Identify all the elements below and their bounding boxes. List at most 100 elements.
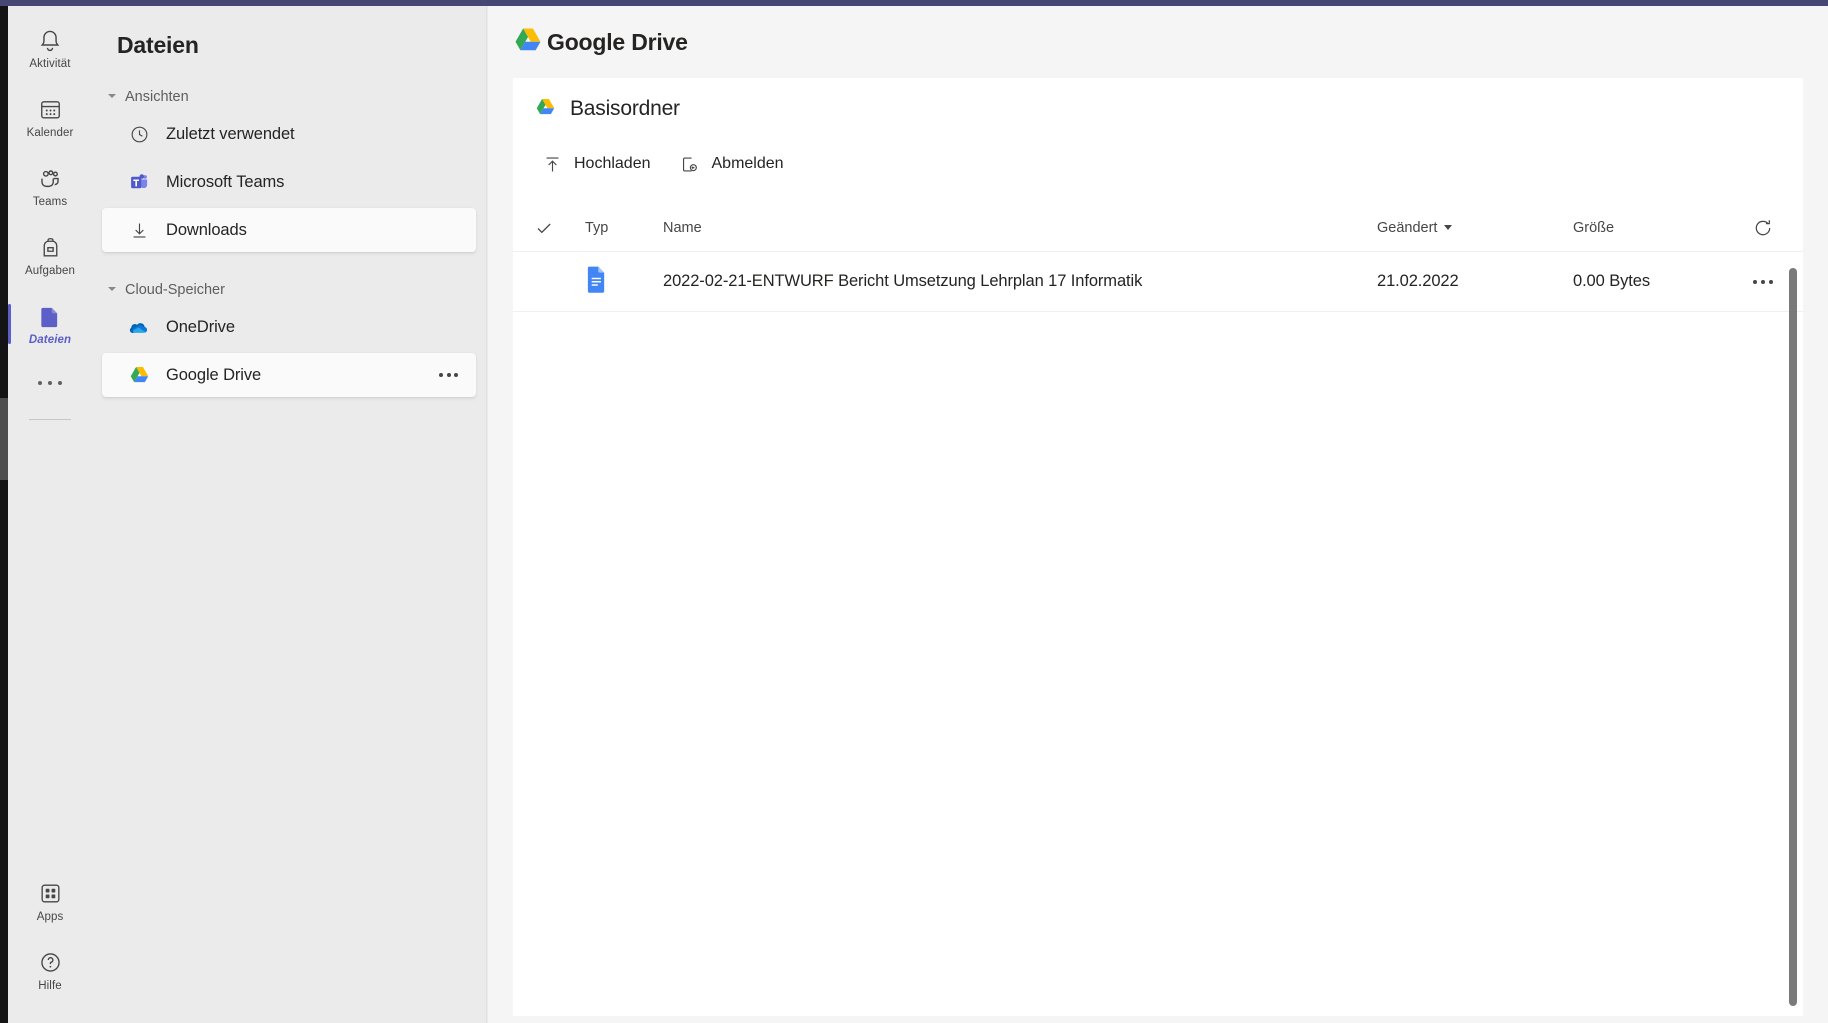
sidebar-item-more-options-button[interactable] — [439, 373, 458, 377]
upload-button[interactable]: Hochladen — [535, 146, 663, 182]
column-header-name[interactable]: Name — [657, 219, 1377, 237]
apps-grid-icon — [36, 880, 64, 908]
column-header-type[interactable]: Typ — [575, 220, 657, 236]
chevron-down-icon — [107, 92, 117, 102]
file-icon — [36, 303, 64, 331]
table-row[interactable]: 2022-02-21-ENTWURF Bericht Umsetzung Leh… — [513, 252, 1803, 312]
rail-item-label: Aktivität — [29, 57, 71, 70]
teams-files-window: Aktivität Kalender Teams Aufgaben Dateie… — [0, 0, 1828, 1023]
file-size: 0.00 Bytes — [1573, 272, 1650, 290]
main-header: Google Drive — [488, 6, 1828, 78]
help-question-icon — [36, 949, 64, 977]
app-rail-top-group: Aktivität Kalender Teams Aufgaben Dateie… — [8, 14, 92, 420]
file-name: 2022-02-21-ENTWURF Bericht Umsetzung Leh… — [663, 272, 1143, 290]
rail-item-assignments[interactable]: Aufgaben — [8, 221, 92, 290]
row-size-cell: 0.00 Bytes — [1573, 272, 1723, 291]
page-title: Dateien — [117, 32, 199, 58]
ellipsis-dot — [446, 373, 451, 377]
file-toolbar: Hochladen Abmelden — [513, 140, 1803, 188]
rail-item-label: Aufgaben — [24, 264, 76, 277]
file-modified-date: 21.02.2022 — [1377, 272, 1459, 290]
google-drive-icon — [535, 97, 556, 122]
column-header-label: Typ — [585, 219, 609, 236]
rail-item-label: Hilfe — [38, 979, 62, 992]
ellipsis-dot — [1753, 279, 1757, 284]
chevron-down-icon — [107, 285, 117, 295]
column-header-modified-sort[interactable]: Geändert — [1377, 219, 1453, 236]
sidebar-item-google-drive[interactable]: Google Drive — [102, 353, 476, 397]
google-drive-icon — [128, 364, 150, 386]
column-header-label: Geändert — [1377, 219, 1438, 236]
google-drive-icon — [513, 26, 543, 59]
rail-item-label: Apps — [36, 910, 64, 923]
rail-item-files[interactable]: Dateien — [8, 290, 92, 359]
app-rail-bottom-group: Apps Hilfe — [8, 867, 92, 1005]
onedrive-cloud-icon — [128, 316, 150, 338]
sidebar-group-header-views[interactable]: Ansichten — [92, 86, 486, 108]
files-sidebar: Dateien Ansichten Zuletzt verwendet Micr… — [92, 6, 487, 1023]
ellipsis-dot — [38, 381, 42, 385]
content-scrollbar-track[interactable] — [1787, 78, 1801, 1016]
column-header-label: Größe — [1573, 219, 1615, 236]
sidebar-item-microsoft-teams[interactable]: Microsoft Teams — [102, 160, 476, 204]
refresh-icon[interactable] — [1752, 217, 1774, 239]
sidebar-item-label: OneDrive — [166, 317, 235, 336]
main-content-area: Google Drive Basisordner Hochladen Abmel… — [488, 6, 1828, 1023]
ellipsis-dot — [48, 381, 52, 385]
sidebar-item-label: Downloads — [166, 220, 247, 239]
rail-item-label: Teams — [32, 195, 68, 208]
sign-out-button-label: Abmelden — [711, 155, 784, 172]
folder-name: Basisordner — [570, 97, 680, 120]
ellipsis-dot — [439, 373, 443, 377]
main-header-title: Google Drive — [547, 28, 688, 55]
select-all-cell[interactable] — [513, 218, 575, 238]
rail-item-label: Kalender — [26, 126, 74, 139]
files-table: Typ Name Geändert Größe 2022-02-21-ENTWU… — [513, 204, 1803, 312]
microsoft-teams-icon — [128, 171, 150, 193]
content-scrollbar-thumb[interactable] — [1789, 268, 1797, 1006]
checkmark-icon[interactable] — [534, 218, 554, 238]
ellipsis-dot — [58, 381, 62, 385]
rail-item-calendar[interactable]: Kalender — [8, 83, 92, 152]
window-scrollbar-track[interactable] — [0, 6, 8, 1023]
ellipsis-dot — [1761, 279, 1765, 284]
column-header-modified[interactable]: Geändert — [1377, 219, 1573, 237]
download-arrow-icon — [128, 219, 150, 241]
sidebar-item-onedrive[interactable]: OneDrive — [102, 305, 476, 349]
rail-item-teams[interactable]: Teams — [8, 152, 92, 221]
sidebar-group-cloud-storage: Cloud-Speicher OneDrive Google Drive — [92, 279, 486, 397]
calendar-icon — [36, 96, 64, 124]
rail-more-apps-button[interactable] — [8, 361, 92, 405]
row-name-cell[interactable]: 2022-02-21-ENTWURF Bericht Umsetzung Leh… — [657, 272, 1377, 291]
sidebar-item-label: Zuletzt verwendet — [166, 124, 295, 143]
clock-icon — [128, 123, 150, 145]
rail-item-label: Dateien — [28, 333, 72, 346]
title-accent-bar — [0, 0, 1828, 6]
sidebar-item-recent[interactable]: Zuletzt verwendet — [102, 112, 476, 156]
row-modified-cell: 21.02.2022 — [1377, 272, 1573, 291]
file-browser-card: Basisordner Hochladen Abmelden Typ Name … — [513, 78, 1803, 1016]
sidebar-item-downloads[interactable]: Downloads — [102, 208, 476, 252]
backpack-icon — [36, 234, 64, 262]
ellipsis-dot — [1769, 279, 1773, 284]
bell-icon — [36, 27, 64, 55]
rail-item-activity[interactable]: Aktivität — [8, 14, 92, 83]
folder-breadcrumb: Basisordner — [513, 78, 1803, 140]
upload-arrow-icon — [541, 153, 563, 175]
ellipsis-dot — [454, 373, 458, 377]
sidebar-item-label: Google Drive — [166, 365, 262, 384]
rail-item-apps[interactable]: Apps — [8, 867, 92, 936]
column-header-size[interactable]: Größe — [1573, 219, 1723, 237]
rail-item-help[interactable]: Hilfe — [8, 936, 92, 1005]
sidebar-group-label: Cloud-Speicher — [125, 282, 225, 298]
google-docs-icon — [585, 265, 608, 299]
sign-out-button[interactable]: Abmelden — [673, 146, 796, 182]
sort-descending-icon — [1444, 225, 1453, 230]
row-type-cell — [575, 265, 657, 299]
app-rail: Aktivität Kalender Teams Aufgaben Dateie… — [8, 6, 92, 1023]
window-scrollbar-thumb[interactable] — [0, 398, 8, 480]
row-more-options-button[interactable] — [1753, 279, 1773, 284]
teams-people-icon — [36, 165, 64, 193]
sidebar-group-header-cloud-storage[interactable]: Cloud-Speicher — [92, 279, 486, 301]
sidebar-item-label: Microsoft Teams — [166, 172, 285, 191]
